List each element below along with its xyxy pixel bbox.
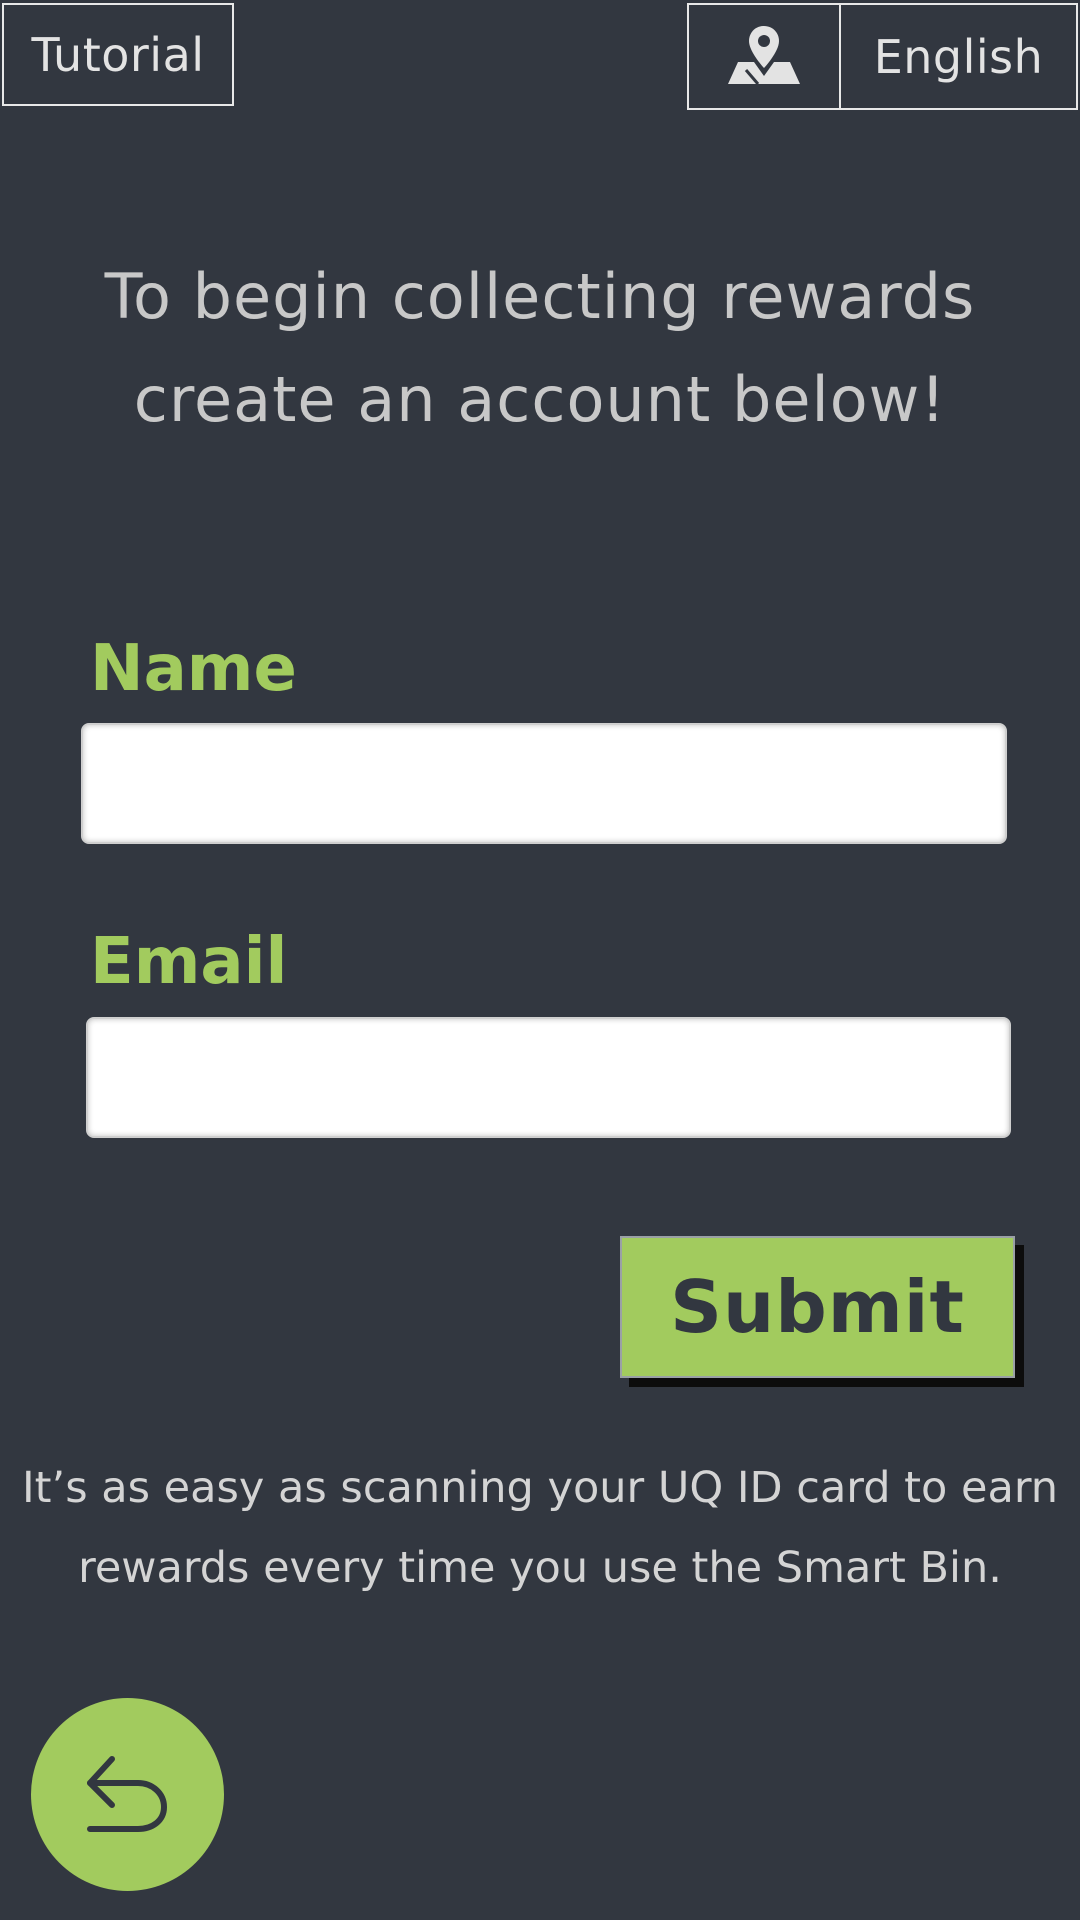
signup-screen: Tutorial English To begin collecting rew… <box>0 0 1080 1920</box>
name-field[interactable] <box>81 723 1007 844</box>
page-title: To begin collecting rewards create an ac… <box>40 245 1040 451</box>
headline-line-1: To begin collecting rewards <box>104 260 976 333</box>
email-field[interactable] <box>86 1017 1011 1138</box>
back-arrow-icon <box>80 1745 176 1845</box>
submit-button[interactable]: Submit <box>620 1236 1015 1378</box>
map-pin-icon <box>724 24 804 90</box>
email-label: Email <box>90 925 288 999</box>
name-label: Name <box>90 632 297 706</box>
submit-label: Submit <box>670 1265 965 1349</box>
top-right-controls: English <box>687 3 1078 110</box>
back-button[interactable] <box>31 1698 224 1891</box>
tutorial-label: Tutorial <box>31 27 205 82</box>
info-line-1: It’s as easy as scanning your UQ ID card… <box>21 1463 1058 1513</box>
language-selector[interactable]: English <box>841 5 1076 108</box>
language-label: English <box>873 29 1044 84</box>
info-text: It’s as easy as scanning your UQ ID card… <box>20 1448 1060 1608</box>
tutorial-button[interactable]: Tutorial <box>2 3 234 106</box>
map-button[interactable] <box>689 5 841 108</box>
headline-line-2: create an account below! <box>133 363 947 436</box>
info-line-2: rewards every time you use the Smart Bin… <box>78 1543 1002 1593</box>
